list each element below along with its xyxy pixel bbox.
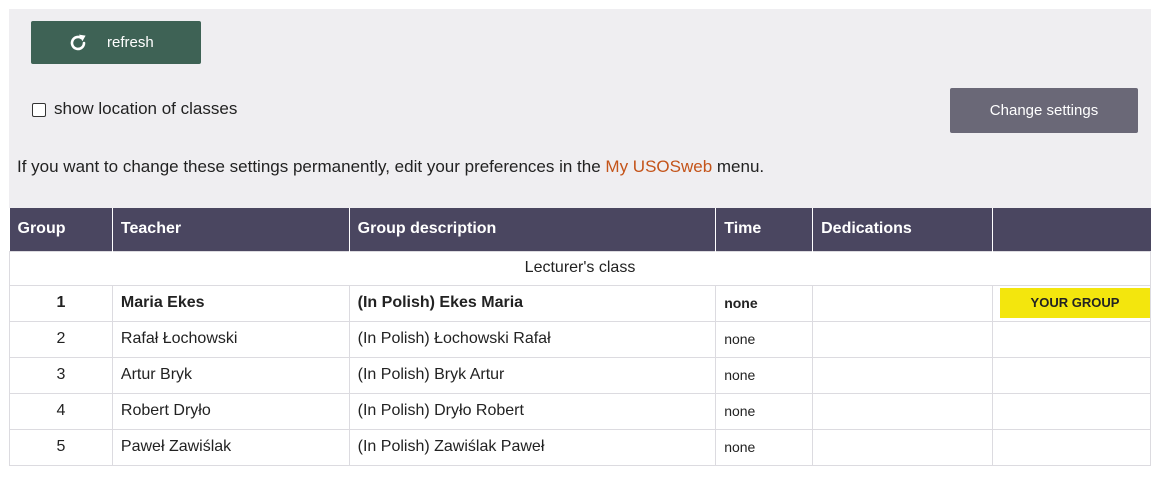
lecturers-class-caption: Lecturer's class <box>9 250 1151 286</box>
my-usosweb-link[interactable]: My USOSweb <box>605 157 712 176</box>
table-row: 5 Paweł Zawiślak (In Polish) Zawiślak Pa… <box>9 428 1151 466</box>
group-time: none <box>715 428 814 466</box>
info-text-after: menu. <box>712 157 765 176</box>
your-group-badge: YOUR GROUP <box>999 288 1150 318</box>
group-status-cell: YOUR GROUP <box>991 284 1151 322</box>
table-row: 3 Artur Bryk (In Polish) Bryk Artur none <box>9 356 1151 394</box>
header-status <box>992 208 1151 251</box>
show-location-label: show location of classes <box>54 99 238 118</box>
show-location-option[interactable]: show location of classes <box>32 99 237 119</box>
teacher-name[interactable]: Robert Dryło <box>111 392 350 430</box>
teacher-name[interactable]: Maria Ekes <box>111 284 350 322</box>
refresh-icon <box>67 32 89 54</box>
group-time: none <box>715 284 814 322</box>
settings-info-text: If you want to change these settings per… <box>17 157 764 177</box>
teacher-name[interactable]: Rafał Łochowski <box>111 320 350 358</box>
group-dedications <box>812 392 993 430</box>
header-group-description: Group description <box>349 208 717 251</box>
table-row: 4 Robert Dryło (In Polish) Dryło Robert … <box>9 392 1151 430</box>
group-description: (In Polish) Dryło Robert <box>348 392 717 430</box>
teacher-name[interactable]: Paweł Zawiślak <box>111 428 350 466</box>
refresh-label: refresh <box>107 34 154 51</box>
group-description: (In Polish) Zawiślak Paweł <box>348 428 717 466</box>
info-text-before: If you want to change these settings per… <box>17 157 606 176</box>
group-description: (In Polish) Ekes Maria <box>348 284 717 322</box>
table-row: 1 Maria Ekes (In Polish) Ekes Maria none… <box>9 284 1151 322</box>
show-location-checkbox[interactable] <box>32 103 46 117</box>
header-time: Time <box>715 208 814 251</box>
header-group: Group <box>9 208 113 251</box>
group-dedications <box>812 320 993 358</box>
group-status-cell <box>991 320 1151 358</box>
group-number[interactable]: 3 <box>9 356 113 394</box>
group-description: (In Polish) Bryk Artur <box>348 356 717 394</box>
group-dedications <box>812 428 993 466</box>
groups-table: Group Teacher Group description Time Ded… <box>9 208 1151 466</box>
group-number[interactable]: 1 <box>9 284 113 322</box>
group-status-cell <box>991 428 1151 466</box>
change-settings-button[interactable]: Change settings <box>950 88 1138 133</box>
group-status-cell <box>991 392 1151 430</box>
group-number[interactable]: 2 <box>9 320 113 358</box>
group-number[interactable]: 4 <box>9 392 113 430</box>
header-teacher: Teacher <box>112 208 350 251</box>
group-number[interactable]: 5 <box>9 428 113 466</box>
group-dedications <box>812 284 993 322</box>
teacher-name[interactable]: Artur Bryk <box>111 356 350 394</box>
group-description: (In Polish) Łochowski Rafał <box>348 320 717 358</box>
settings-panel: refresh show location of classes Change … <box>9 9 1151 208</box>
table-caption-row: Lecturer's class <box>9 250 1151 286</box>
group-time: none <box>715 356 814 394</box>
header-dedications: Dedications <box>812 208 993 251</box>
table-row: 2 Rafał Łochowski (In Polish) Łochowski … <box>9 320 1151 358</box>
group-dedications <box>812 356 993 394</box>
group-status-cell <box>991 356 1151 394</box>
table-header-row: Group Teacher Group description Time Ded… <box>9 208 1151 251</box>
group-time: none <box>715 392 814 430</box>
refresh-button[interactable]: refresh <box>31 21 201 64</box>
group-time: none <box>715 320 814 358</box>
